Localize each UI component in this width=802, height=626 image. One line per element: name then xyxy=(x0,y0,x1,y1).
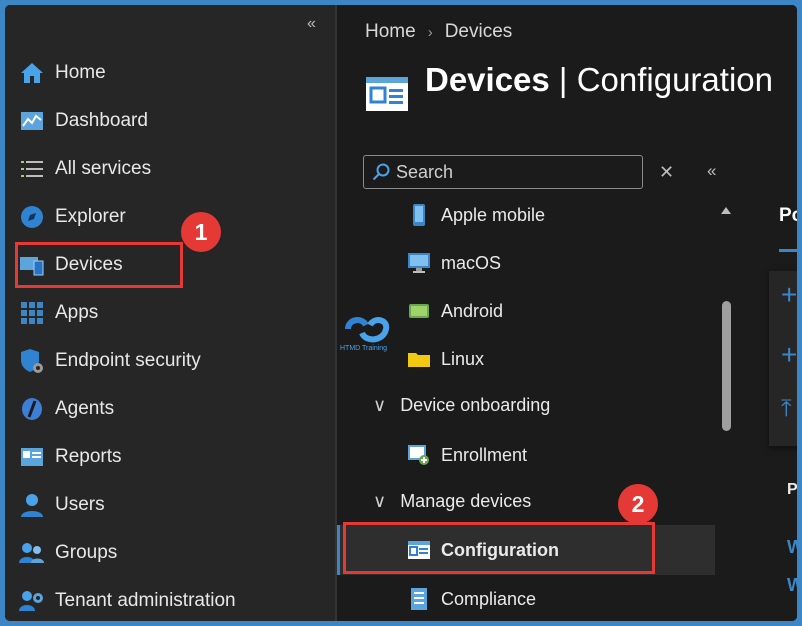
left-nav: « Home Dashboard All services Explorer D… xyxy=(5,5,335,621)
tenant-admin-icon xyxy=(19,588,45,614)
menu-label-android: Android xyxy=(441,300,504,321)
menu-label-apple-mobile: Apple mobile xyxy=(441,204,546,225)
nav-label-dashboard: Dashboard xyxy=(55,110,148,131)
android-icon xyxy=(405,299,433,323)
dashboard-icon xyxy=(19,108,45,134)
nav-label-agents: Agents xyxy=(55,398,115,419)
apps-grid-icon xyxy=(19,300,45,326)
chevron-down-icon: ∨ xyxy=(373,394,387,415)
menu-label-enrollment: Enrollment xyxy=(441,444,528,465)
policy-link-1[interactable]: W xyxy=(787,537,797,558)
add-icon[interactable]: + xyxy=(781,279,797,311)
breadcrumb-separator: › xyxy=(427,23,433,41)
nav-item-endpoint-security[interactable]: Endpoint security xyxy=(19,341,319,381)
explorer-icon xyxy=(19,204,45,230)
macos-icon xyxy=(405,251,433,275)
nav-label-endpoint-security: Endpoint security xyxy=(55,350,201,371)
search-placeholder: Search xyxy=(396,161,454,182)
enrollment-icon xyxy=(405,443,433,467)
shield-gear-icon xyxy=(19,348,45,374)
group-label-manage-devices: Manage devices xyxy=(400,490,532,511)
group-device-onboarding[interactable]: ∨ Device onboarding xyxy=(337,385,715,425)
home-icon xyxy=(19,60,45,86)
upload-icon[interactable]: ⤒ xyxy=(781,395,792,423)
active-tab-indicator xyxy=(779,249,797,252)
nav-label-users: Users xyxy=(55,494,105,515)
scroll-up-arrow-icon[interactable] xyxy=(721,207,731,214)
menu-item-compliance[interactable]: Compliance xyxy=(337,579,715,619)
menu-scrollbar[interactable] xyxy=(717,201,735,621)
htmd-watermark-logo: HTMD Training xyxy=(338,307,398,357)
reports-icon xyxy=(19,444,45,470)
right-content-pane: Po + + ⤒ P W W xyxy=(769,195,797,621)
policy-link-2[interactable]: W xyxy=(787,575,797,596)
step-badge-1: 1 xyxy=(181,212,221,252)
nav-label-all-services: All services xyxy=(55,158,152,179)
collapse-menu-button[interactable]: « xyxy=(707,161,716,181)
group-manage-devices[interactable]: ∨ Manage devices xyxy=(337,481,715,521)
nav-item-groups[interactable]: Groups xyxy=(19,533,319,573)
linux-icon xyxy=(405,347,433,371)
menu-item-macos[interactable]: macOS xyxy=(337,243,715,283)
nav-item-agents[interactable]: Agents xyxy=(19,389,319,429)
app-window: « Home Dashboard All services Explorer D… xyxy=(0,0,802,626)
column-header-policy: P xyxy=(787,481,798,498)
add-icon-secondary[interactable]: + xyxy=(781,339,797,371)
nav-label-explorer: Explorer xyxy=(55,206,126,227)
group-label-device-onboarding: Device onboarding xyxy=(400,394,551,415)
clear-search-button[interactable]: ✕ xyxy=(659,162,674,183)
search-icon xyxy=(372,163,390,181)
step-badge-2: 2 xyxy=(618,484,658,524)
list-icon xyxy=(19,156,45,182)
nav-item-reports[interactable]: Reports xyxy=(19,437,319,477)
menu-item-enrollment[interactable]: Enrollment xyxy=(337,435,715,475)
nav-item-tenant-administration[interactable]: Tenant administration xyxy=(19,581,319,621)
menu-label-compliance: Compliance xyxy=(441,588,537,609)
page-title-separator: | xyxy=(549,61,577,98)
nav-label-groups: Groups xyxy=(55,542,118,563)
page-title-devices: Devices xyxy=(425,61,550,98)
menu-search-input[interactable]: Search xyxy=(363,155,643,189)
chevron-down-icon: ∨ xyxy=(373,490,387,511)
nav-item-explorer[interactable]: Explorer xyxy=(19,197,319,237)
nav-item-apps[interactable]: Apps xyxy=(19,293,319,333)
nav-item-all-services[interactable]: All services xyxy=(19,149,319,189)
breadcrumb: Home › Devices xyxy=(365,21,512,43)
menu-item-apple-mobile[interactable]: Apple mobile xyxy=(337,195,715,235)
tab-policies[interactable]: Po xyxy=(779,205,797,227)
apple-mobile-icon xyxy=(405,203,433,227)
nav-label-tenant-administration: Tenant administration xyxy=(55,590,236,611)
configuration-page-icon xyxy=(365,73,409,113)
configuration-highlight-box xyxy=(343,522,655,574)
breadcrumb-home-link[interactable]: Home xyxy=(365,21,416,43)
agents-icon xyxy=(19,396,45,422)
nav-label-apps: Apps xyxy=(55,302,99,323)
menu-label-linux: Linux xyxy=(441,348,485,369)
page-title-configuration: Configuration xyxy=(576,61,773,98)
watermark-text: HTMD Training xyxy=(340,345,388,352)
scroll-thumb[interactable] xyxy=(722,301,731,431)
nav-item-users[interactable]: Users xyxy=(19,485,319,525)
menu-label-macos: macOS xyxy=(441,252,502,273)
compliance-icon xyxy=(405,587,433,611)
nav-label-home: Home xyxy=(55,62,106,83)
groups-icon xyxy=(19,540,45,566)
page-title: Devices | Configuration xyxy=(425,61,773,99)
command-panel: + + ⤒ xyxy=(769,271,797,446)
devices-highlight-box xyxy=(15,242,183,288)
user-icon xyxy=(19,492,45,518)
breadcrumb-devices-link[interactable]: Devices xyxy=(445,21,513,43)
nav-item-dashboard[interactable]: Dashboard xyxy=(19,101,319,141)
nav-label-reports: Reports xyxy=(55,446,122,467)
collapse-nav-button[interactable]: « xyxy=(307,15,316,33)
nav-item-home[interactable]: Home xyxy=(19,53,319,93)
